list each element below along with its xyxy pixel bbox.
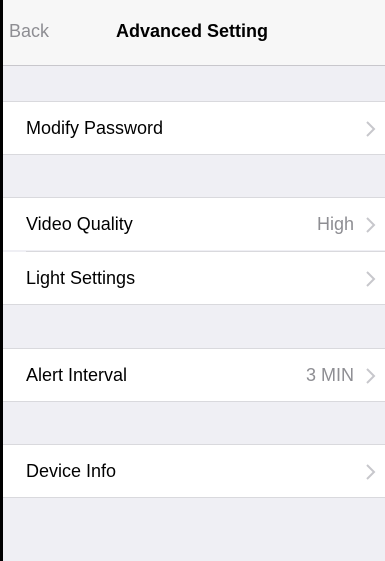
light-settings-row[interactable]: Light Settings bbox=[3, 252, 385, 305]
row-label: Light Settings bbox=[26, 268, 136, 288]
page-title: Advanced Setting bbox=[116, 21, 269, 41]
chevron-right-icon bbox=[366, 217, 376, 233]
row-label: Alert Interval bbox=[26, 365, 128, 385]
video-quality-row[interactable]: Video Quality High bbox=[3, 197, 385, 250]
chevron-right-icon bbox=[366, 368, 376, 384]
chevron-right-icon bbox=[366, 464, 376, 480]
modify-password-row[interactable]: Modify Password bbox=[3, 101, 385, 155]
row-value: 3 MIN bbox=[305, 365, 354, 385]
advanced-setting-screen: Back Advanced Setting Modify Password Vi… bbox=[3, 0, 385, 561]
device-info-row[interactable]: Device Info bbox=[3, 444, 385, 498]
row-label: Device Info bbox=[26, 461, 117, 481]
chevron-right-icon bbox=[366, 121, 376, 137]
row-label: Video Quality bbox=[26, 214, 133, 234]
chevron-right-icon bbox=[366, 271, 376, 287]
alert-interval-row[interactable]: Alert Interval 3 MIN bbox=[3, 348, 385, 402]
navigation-bar: Back Advanced Setting bbox=[3, 0, 385, 66]
back-button[interactable]: Back bbox=[9, 21, 49, 42]
row-value: High bbox=[316, 214, 354, 234]
row-label: Modify Password bbox=[26, 118, 164, 138]
